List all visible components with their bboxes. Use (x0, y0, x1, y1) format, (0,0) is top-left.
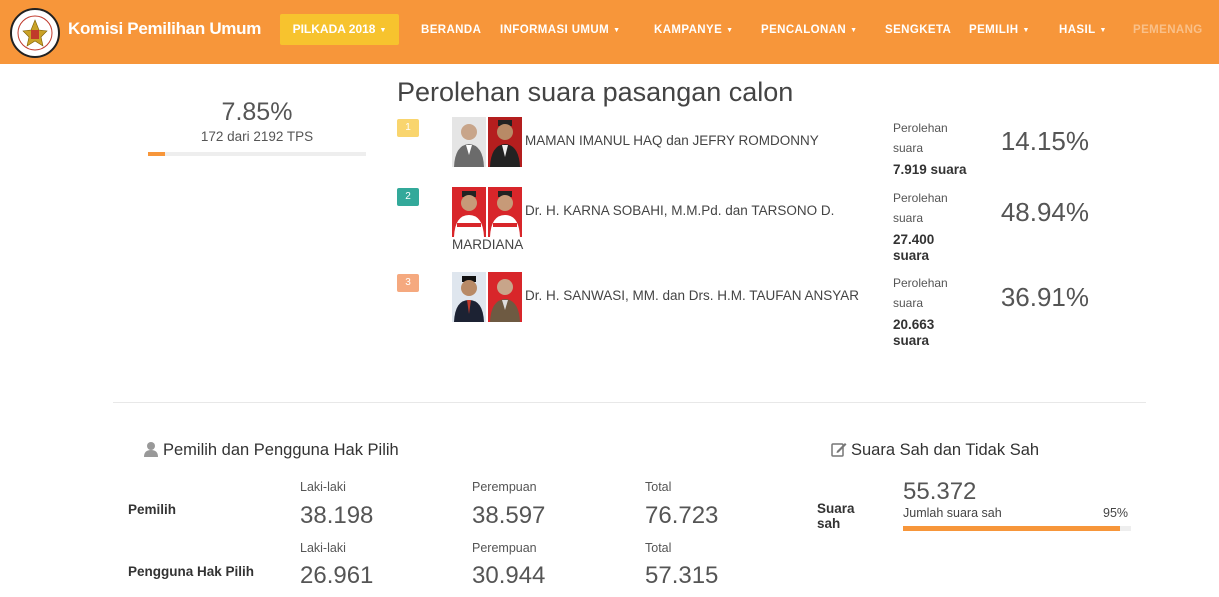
nav-label: INFORMASI UMUM (500, 24, 610, 36)
total-count: 57.315 (645, 562, 719, 589)
nav-label: PENCALONAN (761, 24, 847, 36)
nav-label: KAMPANYE (654, 24, 723, 36)
male-count: 38.198 (300, 502, 374, 529)
vote-label: Perolehan suara (893, 121, 948, 155)
tps-progress-bar (148, 152, 366, 156)
chevron-down-icon: ▼ (613, 27, 621, 34)
nav-label: SENGKETA (885, 24, 952, 36)
results-title: Perolehan suara pasangan calon (397, 77, 794, 107)
male-label: Laki-laki (300, 480, 346, 494)
vote-label: Perolehan suara (893, 191, 948, 225)
nav-beranda[interactable]: BERANDA (421, 24, 481, 36)
female-count: 30.944 (472, 562, 546, 589)
total-label: Total (645, 480, 672, 494)
female-count: 38.597 (472, 502, 546, 529)
nav-informasi-umum[interactable]: INFORMASI UMUM ▼ (500, 24, 620, 36)
chevron-down-icon: ▼ (379, 27, 387, 34)
nav-kampanye[interactable]: KAMPANYE ▼ (654, 24, 734, 36)
candidate-number-badge: 1 (397, 119, 419, 137)
nav-label: PEMILIH (969, 24, 1019, 36)
vote-percent: 14.15% (1000, 126, 1089, 156)
brand-title[interactable]: Komisi Pemilihan Umum (68, 19, 261, 39)
pilkada-dropdown-button[interactable]: PILKADA 2018 ▼ (280, 14, 399, 45)
nav-label: PEMENANG (1133, 24, 1203, 36)
chevron-down-icon: ▼ (850, 27, 858, 34)
total-label: Total (645, 541, 672, 555)
tps-count: 172 dari 2192 TPS (200, 129, 314, 144)
nav-label: HASIL (1059, 24, 1096, 36)
candidate-number-badge: 3 (397, 274, 419, 292)
chevron-down-icon: ▼ (726, 27, 734, 34)
nav-sengketa[interactable]: SENGKETA (885, 24, 951, 36)
chevron-down-icon: ▼ (1099, 27, 1107, 34)
valid-votes-progress-bar (903, 526, 1131, 531)
candidate-name: Dr. H. KARNA SOBAHI, M.M.Pd. dan TARSONO… (452, 203, 835, 252)
female-label: Perempuan (472, 480, 537, 494)
edit-icon (831, 443, 847, 457)
total-count: 76.723 (645, 502, 719, 529)
vote-percent: 36.91% (1000, 282, 1089, 312)
tps-progress-fill (148, 152, 166, 156)
chevron-down-icon: ▼ (1022, 27, 1030, 34)
row-label-pengguna-hak-pilih: Pengguna Hak Pilih (128, 564, 255, 579)
valid-votes-section-title: Suara Sah dan Tidak Sah (831, 441, 1039, 460)
pilkada-label: PILKADA 2018 (292, 22, 376, 36)
row-label-pemilih: Pemilih (128, 502, 177, 517)
male-label: Laki-laki (300, 541, 346, 555)
section-divider (113, 402, 1146, 403)
nav-hasil[interactable]: HASIL ▼ (1059, 24, 1107, 36)
nav-pemenang[interactable]: PEMENANG (1133, 24, 1203, 36)
vote-label: Perolehan suara (893, 276, 948, 310)
user-icon (144, 442, 158, 457)
voters-section-title: Pemilih dan Pengguna Hak Pilih (143, 441, 399, 460)
valid-votes-progress-fill (903, 526, 1120, 531)
candidate-name: MAMAN IMANUL HAQ dan JEFRY ROMDONNY (525, 133, 819, 148)
valid-votes-label: Suara sah (817, 501, 855, 531)
nav-pencalonan[interactable]: PENCALONAN ▼ (761, 24, 857, 36)
valid-votes-title-text: Suara Sah dan Tidak Sah (851, 441, 1040, 459)
candidate-number-badge: 2 (397, 188, 419, 206)
voters-title-text: Pemilih dan Pengguna Hak Pilih (163, 441, 399, 459)
kpu-logo-icon[interactable] (10, 8, 60, 58)
male-count: 26.961 (300, 562, 374, 589)
vote-percent: 48.94% (1000, 197, 1089, 227)
valid-votes-percent: 95% (1103, 506, 1129, 520)
valid-votes-count: 55.372 (903, 478, 977, 505)
candidate-name: Dr. H. SANWASI, MM. dan Drs. H.M. TAUFAN… (525, 288, 860, 303)
tps-percent: 7.85% (221, 98, 293, 126)
nav-label: BERANDA (421, 24, 482, 36)
valid-votes-caption: Jumlah suara sah (903, 506, 1002, 520)
vote-count: 27.400 suara (893, 232, 935, 263)
vote-count: 20.663 suara (893, 317, 935, 348)
female-label: Perempuan (472, 541, 537, 555)
top-navbar: Komisi Pemilihan Umum PILKADA 2018 ▼ BERA… (0, 0, 1219, 64)
vote-count: 7.919 suara (893, 162, 967, 177)
nav-pemilih[interactable]: PEMILIH ▼ (969, 24, 1030, 36)
